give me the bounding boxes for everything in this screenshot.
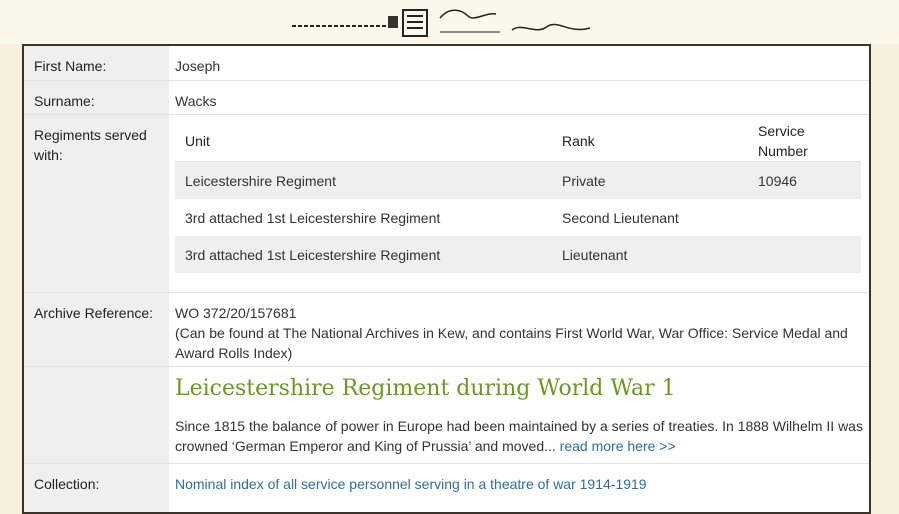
unit-cell: 3rd attached 1st Leicestershire Regiment — [185, 209, 441, 226]
first-name-value: Joseph — [175, 58, 221, 74]
surname-label: Surname: — [24, 81, 169, 114]
unit-cell: Leicestershire Regiment — [175, 161, 552, 199]
rank-cell: Second Lieutenant — [562, 209, 679, 226]
service-number-cell — [748, 236, 861, 273]
scanned-document-image — [292, 9, 591, 37]
table-row: Leicestershire Regiment Private 10946 — [175, 161, 861, 199]
rank-cell: Private — [552, 161, 748, 199]
surname-value: Wacks — [175, 93, 217, 109]
table-row: 3rd attached 1st Leicestershire Regiment… — [175, 199, 861, 236]
archive-reference-row: Archive Reference: WO 372/20/157681 (Can… — [24, 293, 869, 367]
surname-row: Surname: Wacks — [24, 81, 869, 115]
regiments-row: Regiments served with: Unit Rank Service… — [24, 115, 869, 293]
article-content: Leicestershire Regiment during World War… — [169, 367, 869, 463]
first-name-row: First Name: Joseph — [24, 46, 869, 81]
article-title: Leicestershire Regiment during World War… — [175, 376, 676, 401]
archive-reference-note: (Can be found at The National Archives i… — [175, 325, 848, 361]
collection-value: Nominal index of all service personnel s… — [169, 464, 869, 512]
regiments-value: Unit Rank Service Number Leicestershire … — [169, 115, 869, 292]
article-text-block: Since 1815 the balance of power in Europ… — [175, 416, 863, 456]
archive-reference-code: WO 372/20/157681 — [175, 305, 297, 321]
header-rank: Rank — [552, 121, 748, 162]
units-table: Unit Rank Service Number Leicestershire … — [175, 121, 861, 273]
header-service-number: Service Number — [748, 121, 861, 162]
read-more-link[interactable]: read more here >> — [560, 438, 676, 454]
first-name-label: First Name: — [24, 46, 169, 80]
collection-row: Collection: Nominal index of all service… — [24, 464, 869, 512]
archive-reference-label: Archive Reference: — [24, 293, 169, 366]
unit-cell: 3rd attached 1st Leicestershire Regiment — [175, 236, 552, 273]
collection-label: Collection: — [24, 464, 169, 512]
archive-reference-value: WO 372/20/157681 (Can be found at The Na… — [169, 293, 869, 366]
service-number-cell — [748, 199, 861, 236]
rank-cell: Lieutenant — [552, 236, 748, 273]
header-unit: Unit — [175, 121, 552, 162]
article-excerpt: Since 1815 the balance of power in Europ… — [175, 418, 863, 454]
collection-link[interactable]: Nominal index of all service personnel s… — [175, 476, 647, 492]
units-table-header: Unit Rank Service Number — [175, 121, 861, 162]
article-row: Leicestershire Regiment during World War… — [24, 367, 869, 464]
document-header-strip — [0, 0, 899, 44]
record-card: First Name: Joseph Surname: Wacks Regime… — [22, 44, 871, 514]
article-label-empty — [24, 367, 169, 463]
regiments-label: Regiments served with: — [24, 115, 169, 292]
table-row: 3rd attached 1st Leicestershire Regiment… — [175, 236, 861, 273]
service-number-cell: 10946 — [748, 161, 861, 199]
